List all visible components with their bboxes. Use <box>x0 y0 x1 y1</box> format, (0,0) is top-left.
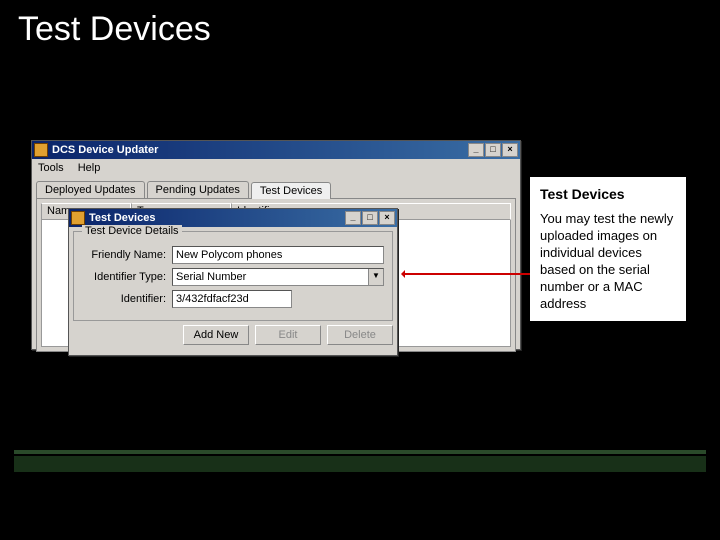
main-titlebar[interactable]: DCS Device Updater _ □ × <box>32 141 520 159</box>
callout-box: Test Devices You may test the newly uplo… <box>528 175 688 323</box>
dialog-close-button[interactable]: × <box>379 211 395 225</box>
callout-title: Test Devices <box>540 185 676 203</box>
callout-body: You may test the newly uploaded images o… <box>540 211 676 312</box>
friendly-name-input[interactable]: New Polycom phones <box>172 246 384 264</box>
identifier-input[interactable]: 3/432fdfacf23d <box>172 290 292 308</box>
dialog-minimize-button[interactable]: _ <box>345 211 361 225</box>
maximize-button[interactable]: □ <box>485 143 501 157</box>
menu-help[interactable]: Help <box>78 162 101 174</box>
delete-button[interactable]: Delete <box>327 325 393 345</box>
label-identifier-type: Identifier Type: <box>82 271 172 283</box>
chevron-down-icon[interactable]: ▼ <box>368 269 383 285</box>
dialog-title: Test Devices <box>89 212 155 224</box>
edit-button[interactable]: Edit <box>255 325 321 345</box>
identifier-type-combo[interactable]: Serial Number ▼ <box>172 268 384 286</box>
tabs: Deployed Updates Pending Updates Test De… <box>36 181 516 198</box>
minimize-button[interactable]: _ <box>468 143 484 157</box>
dialog-maximize-button[interactable]: □ <box>362 211 378 225</box>
test-devices-dialog: Test Devices _ □ × Test Device Details F… <box>68 208 398 356</box>
menu-bar: Tools Help <box>32 159 520 177</box>
tab-test-devices[interactable]: Test Devices <box>251 182 331 199</box>
slide-title: Test Devices <box>18 10 211 49</box>
app-icon <box>34 143 48 157</box>
callout-connector <box>402 273 530 275</box>
label-identifier: Identifier: <box>82 293 172 305</box>
tab-deployed-updates[interactable]: Deployed Updates <box>36 181 145 198</box>
label-friendly-name: Friendly Name: <box>82 249 172 261</box>
dialog-icon <box>71 211 85 225</box>
details-groupbox: Test Device Details Friendly Name: New P… <box>73 231 393 321</box>
footer-divider-thick <box>14 456 706 472</box>
main-window-title: DCS Device Updater <box>52 144 158 156</box>
dialog-button-row: Add New Edit Delete <box>73 325 393 345</box>
add-new-button[interactable]: Add New <box>183 325 249 345</box>
footer-divider-thin <box>14 450 706 454</box>
tab-pending-updates[interactable]: Pending Updates <box>147 181 249 198</box>
close-button[interactable]: × <box>502 143 518 157</box>
menu-tools[interactable]: Tools <box>38 162 64 174</box>
identifier-type-value: Serial Number <box>173 269 368 285</box>
group-legend: Test Device Details <box>82 225 182 237</box>
